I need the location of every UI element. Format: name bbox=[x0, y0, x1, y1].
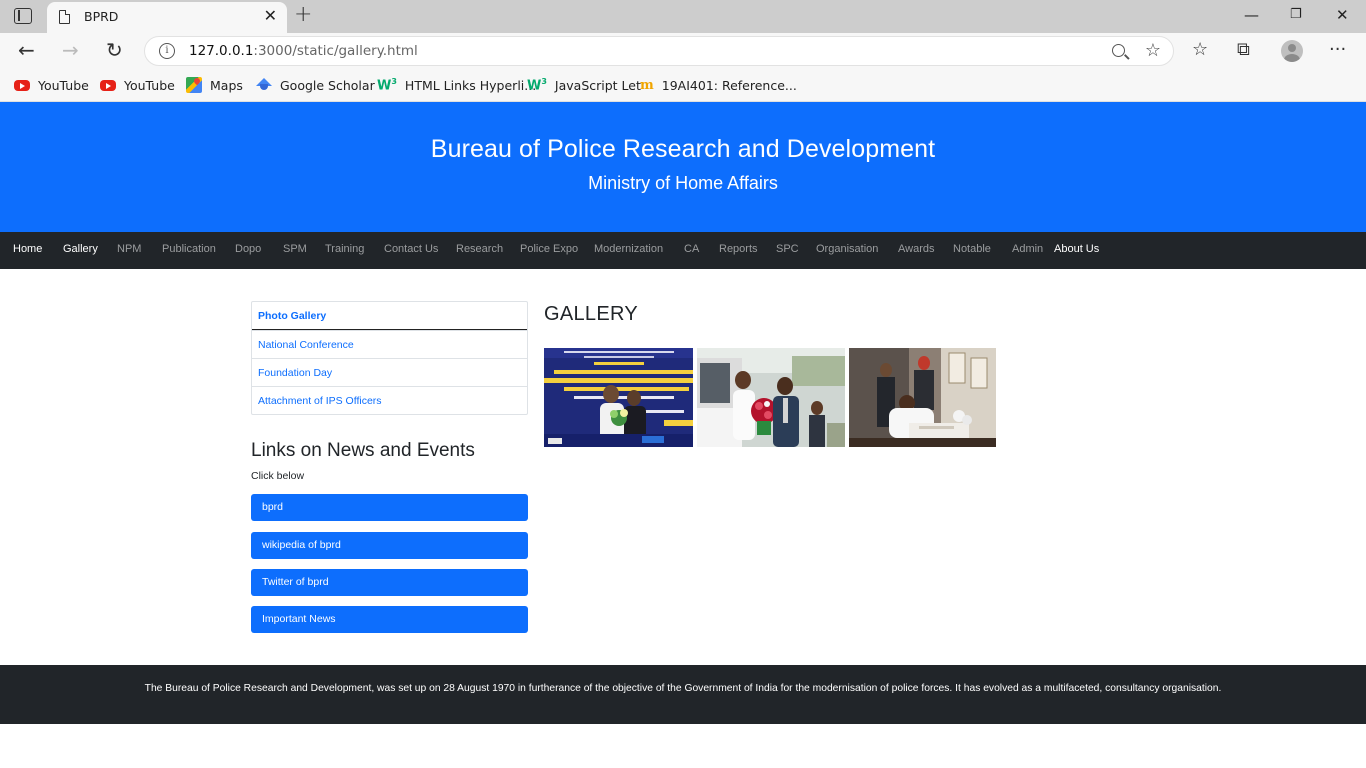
w3schools-icon: W3 bbox=[377, 76, 397, 94]
restore-icon[interactable]: ❐ bbox=[1290, 6, 1302, 24]
bookmark-youtube[interactable]: YouTube bbox=[14, 76, 89, 94]
bookmark-javascript-let[interactable]: W3 JavaScript Let bbox=[527, 76, 641, 94]
sidebar-item-photo-gallery[interactable]: Photo Gallery bbox=[252, 302, 527, 330]
bookmarks-bar: YouTube YouTube Maps Google Scholar W3 HT… bbox=[0, 69, 1366, 102]
google-scholar-icon bbox=[256, 78, 272, 90]
nav-notable[interactable]: Notable bbox=[953, 243, 991, 255]
add-favorite-icon[interactable]: ☆ bbox=[1145, 40, 1161, 61]
minimize-icon[interactable]: — bbox=[1244, 6, 1259, 24]
nav-npm[interactable]: NPM bbox=[117, 243, 141, 255]
nav-contact-us[interactable]: Contact Us bbox=[384, 243, 438, 255]
gallery-title: GALLERY bbox=[544, 303, 639, 325]
twitter-link-button[interactable]: Twitter of bprd bbox=[251, 569, 528, 596]
favorites-icon[interactable]: ☆ bbox=[1192, 40, 1208, 60]
site-footer: The Bureau of Police Research and Develo… bbox=[0, 665, 1366, 724]
web-page: Bureau of Police Research and Developmen… bbox=[0, 102, 1366, 768]
url-text[interactable]: 127.0.0.1:3000/static/gallery.html bbox=[189, 43, 418, 59]
forward-icon[interactable]: → bbox=[62, 39, 79, 61]
close-window-icon[interactable]: ✕ bbox=[1336, 6, 1349, 24]
nav-dopo[interactable]: Dopo bbox=[235, 243, 261, 255]
nav-about-us[interactable]: About Us bbox=[1054, 243, 1099, 255]
nav-research[interactable]: Research bbox=[456, 243, 503, 255]
back-icon[interactable]: ← bbox=[18, 39, 35, 61]
bookmark-maps[interactable]: Maps bbox=[186, 76, 243, 94]
site-header: Bureau of Police Research and Developmen… bbox=[0, 102, 1366, 232]
address-bar[interactable]: i 127.0.0.1:3000/static/gallery.html ☆ bbox=[144, 36, 1174, 66]
tab-actions-icon[interactable] bbox=[14, 8, 32, 24]
browser-tab[interactable]: BPRD ✕ bbox=[47, 2, 287, 33]
profile-avatar[interactable] bbox=[1281, 40, 1303, 62]
nav-spc[interactable]: SPC bbox=[776, 243, 799, 255]
bouquet-photo[interactable] bbox=[697, 348, 845, 447]
sidebar-item-attachment-ips[interactable]: Attachment of IPS Officers bbox=[252, 386, 527, 414]
nav-training[interactable]: Training bbox=[325, 243, 364, 255]
more-icon[interactable]: ··· bbox=[1329, 40, 1346, 60]
site-title: Bureau of Police Research and Developmen… bbox=[430, 135, 936, 163]
youtube-icon bbox=[14, 79, 30, 91]
nav-publication[interactable]: Publication bbox=[162, 243, 216, 255]
main-navbar: Home Gallery NPM Publication Dopo SPM Tr… bbox=[0, 232, 1366, 269]
wikipedia-link-button[interactable]: wikipedia of bprd bbox=[251, 532, 528, 559]
nav-ca[interactable]: CA bbox=[684, 243, 699, 255]
footer-text: The Bureau of Police Research and Develo… bbox=[144, 683, 1222, 694]
maps-icon bbox=[186, 77, 202, 93]
nav-reports[interactable]: Reports bbox=[719, 243, 758, 255]
sidebar-item-national-conference[interactable]: National Conference bbox=[252, 330, 527, 358]
moodle-icon: m bbox=[640, 77, 654, 93]
nav-spm[interactable]: SPM bbox=[283, 243, 307, 255]
nav-gallery[interactable]: Gallery bbox=[63, 243, 98, 255]
youtube-icon bbox=[100, 79, 116, 91]
zoom-icon[interactable] bbox=[1112, 44, 1125, 57]
nav-modernization[interactable]: Modernization bbox=[594, 243, 663, 255]
refresh-icon[interactable]: ↻ bbox=[106, 39, 123, 61]
nav-admin[interactable]: Admin bbox=[1012, 243, 1043, 255]
browser-toolbar: ← → ↻ i 127.0.0.1:3000/static/gallery.ht… bbox=[0, 33, 1366, 69]
gallery-category-list: Photo Gallery National Conference Founda… bbox=[251, 301, 528, 415]
bookmark-youtube-2[interactable]: YouTube bbox=[100, 76, 175, 94]
close-tab-icon[interactable]: ✕ bbox=[264, 7, 277, 25]
links-subheading: Click below bbox=[251, 470, 305, 482]
sidebar-item-foundation-day[interactable]: Foundation Day bbox=[252, 358, 527, 386]
collections-icon[interactable]: ⧉ bbox=[1237, 40, 1250, 60]
site-subtitle: Ministry of Home Affairs bbox=[588, 173, 778, 193]
links-heading: Links on News and Events bbox=[251, 440, 475, 461]
page-icon bbox=[59, 10, 70, 24]
bookmark-google-scholar[interactable]: Google Scholar bbox=[256, 76, 375, 94]
new-tab-icon[interactable]: + bbox=[294, 3, 312, 27]
bookmark-19ai401[interactable]: m 19AI401: Reference... bbox=[640, 76, 797, 94]
tab-title: BPRD bbox=[84, 9, 119, 24]
signing-photo[interactable] bbox=[849, 348, 996, 447]
bprd-link-button[interactable]: bprd bbox=[251, 494, 528, 521]
info-icon[interactable]: i bbox=[159, 43, 175, 59]
nav-police-expo[interactable]: Police Expo bbox=[520, 243, 578, 255]
important-news-button[interactable]: Important News bbox=[251, 606, 528, 633]
nav-organisation[interactable]: Organisation bbox=[816, 243, 878, 255]
w3schools-icon: W3 bbox=[527, 76, 547, 94]
nav-home[interactable]: Home bbox=[13, 243, 42, 255]
nav-awards[interactable]: Awards bbox=[898, 243, 934, 255]
bookmark-html-links[interactable]: W3 HTML Links Hyperli... bbox=[377, 76, 536, 94]
browser-tab-bar: BPRD ✕ + — ❐ ✕ bbox=[0, 0, 1366, 33]
conference-photo[interactable] bbox=[544, 348, 693, 447]
